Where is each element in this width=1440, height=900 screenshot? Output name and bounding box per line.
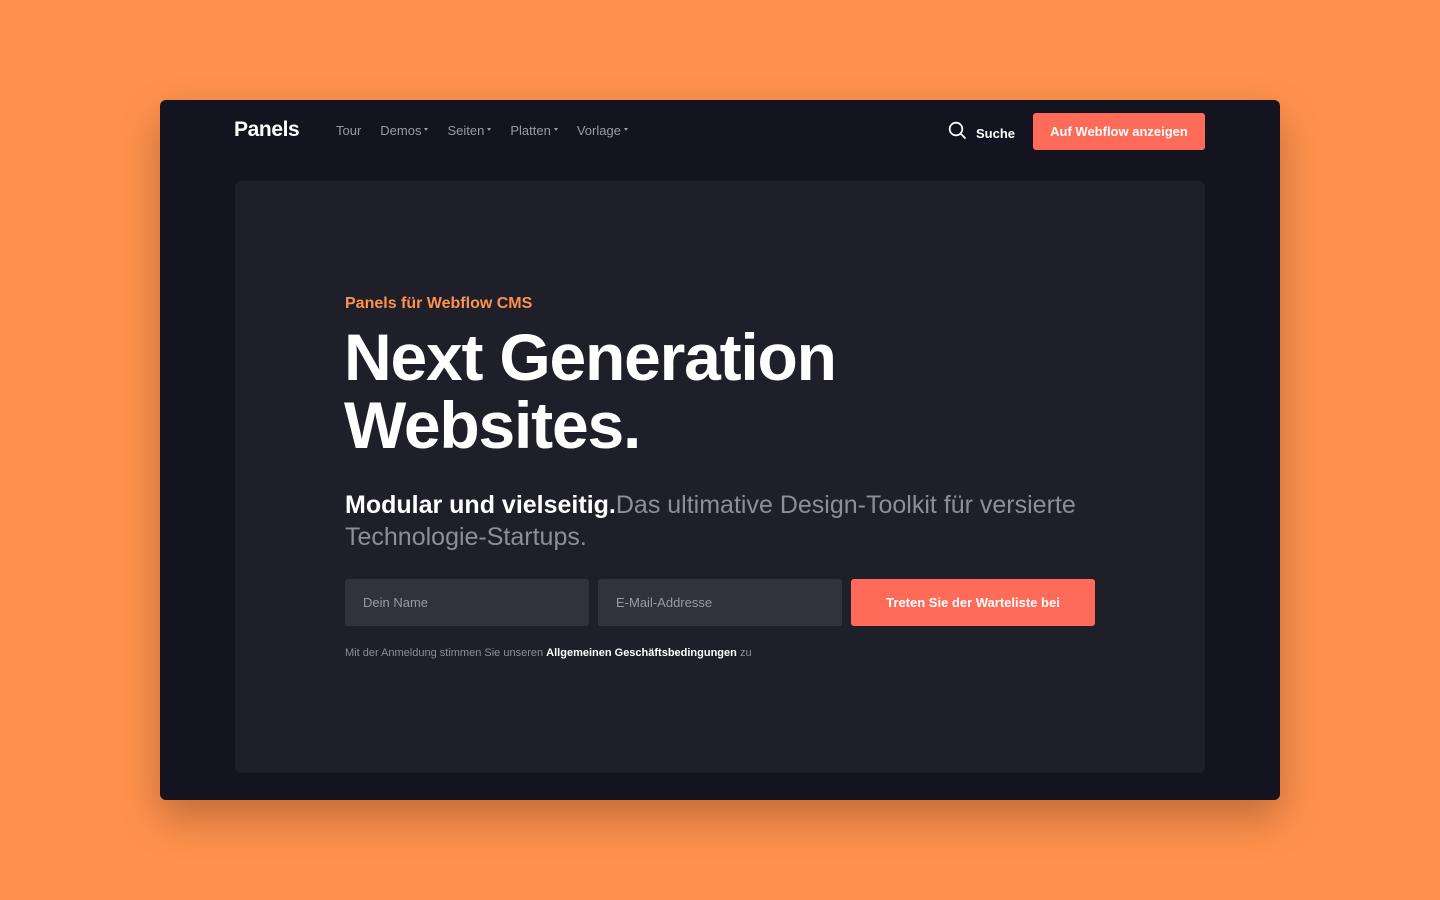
nav-link-label: Demos [380,123,422,138]
caret-down-icon [487,128,492,131]
hero-headline: Next Generation Websites. [344,323,1044,459]
browser-window: Panels Tour Demos Seiten Platten Vorlage [160,100,1280,800]
name-input[interactable] [345,579,589,626]
nav-link-vorlage[interactable]: Vorlage [577,123,628,138]
nav-link-label: Tour [336,123,362,138]
email-input[interactable] [598,579,842,626]
top-nav: Panels Tour Demos Seiten Platten Vorlage [160,100,1280,162]
terms-prefix: Mit der Anmeldung stimmen Sie unseren [345,647,544,659]
search-label: Suche [976,125,1016,141]
nav-link-platten[interactable]: Platten [510,123,558,138]
logo[interactable]: Panels [234,118,300,142]
caret-down-icon [424,128,429,131]
nav-link-tour[interactable]: Tour [336,123,361,138]
headline-line-2: Websites. [344,388,641,462]
subline-strong: Modular und vielseitig. [345,491,616,519]
search-icon [948,121,967,145]
nav-link-demos[interactable]: Demos [380,123,429,138]
terms-text: Mit der Anmeldung stimmen Sie unseren Al… [345,647,752,659]
join-waitlist-button[interactable]: Treten Sie der Warteliste bei [851,579,1095,626]
terms-suffix: zu [739,647,752,659]
hero-eyebrow: Panels für Webflow CMS [345,295,533,312]
headline-line-1: Next Generation [344,320,837,394]
waitlist-form: Treten Sie der Warteliste bei [345,579,1095,626]
caret-down-icon [553,128,558,131]
nav-link-label: Platten [510,123,551,138]
nav-links: Tour Demos Seiten Platten Vorlage [336,123,647,138]
view-on-webflow-button[interactable]: Auf Webflow anzeigen [1033,113,1205,150]
hero-card: Panels für Webflow CMS Next Generation W… [235,181,1205,773]
search-button[interactable]: Suche [948,121,1015,145]
terms-link[interactable]: Allgemeinen Geschäftsbedingungen [546,647,737,659]
nav-link-label: Seiten [447,123,485,138]
caret-down-icon [623,128,628,131]
nav-link-seiten[interactable]: Seiten [447,123,492,138]
hero-subline: Modular und vielseitig.Das ultimative De… [345,489,1125,553]
nav-link-label: Vorlage [576,123,621,138]
